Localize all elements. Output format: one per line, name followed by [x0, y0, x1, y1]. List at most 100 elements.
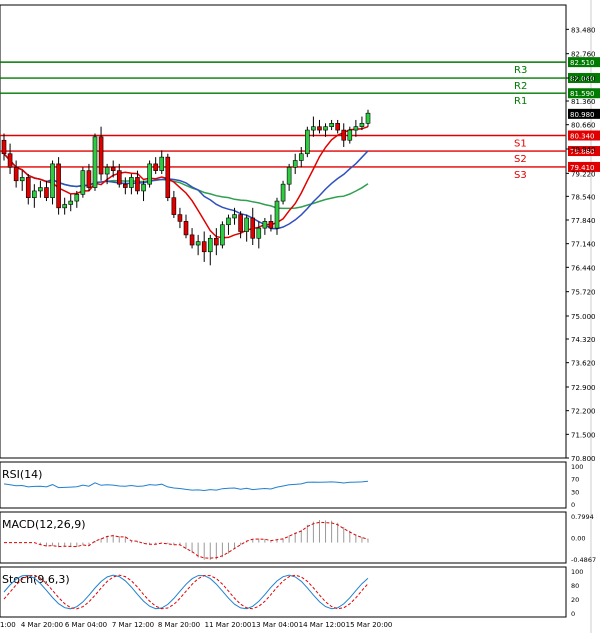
candle-down	[44, 187, 49, 198]
candle-up	[365, 112, 371, 124]
candle-down	[238, 214, 243, 232]
candle-down	[317, 126, 322, 131]
candle-up	[226, 217, 231, 226]
candle-down	[214, 237, 219, 246]
time-tick-label: 7 Mar 12:00	[112, 621, 154, 629]
indicator-tick-label: 20	[571, 596, 579, 604]
candle-down	[153, 163, 158, 171]
candle-up	[195, 241, 201, 246]
time-tick-label: 13 Mar 04:00	[252, 621, 299, 629]
level-name-s3: S3	[514, 170, 527, 181]
price-tick-label: 79.220	[571, 170, 596, 178]
candle-down	[98, 136, 104, 175]
indicator-tick-label: 100	[571, 568, 583, 576]
indicator-tick-label: 0	[571, 610, 575, 618]
candle-up	[353, 126, 359, 131]
candle-up	[80, 170, 86, 195]
candle-up	[68, 200, 74, 205]
price-tick-label: 71.500	[571, 431, 596, 439]
time-tick-label: 11 Mar 20:00	[205, 621, 252, 629]
candle-down	[135, 177, 140, 192]
candle-up	[129, 177, 134, 188]
candle-up	[19, 177, 25, 182]
candle-down	[177, 214, 183, 222]
candle-up	[274, 200, 280, 229]
candle-down	[201, 241, 207, 253]
price-tick-label: 77.140	[571, 241, 596, 249]
candle-down	[183, 221, 189, 236]
indicator-panel-frame	[0, 566, 567, 618]
candle-down	[268, 221, 274, 229]
indicator-panels: RSI(14) 100 70 30 0 MACD(12,26,9) 0.7994 0.00 -0…	[0, 461, 596, 618]
time-tick-label: 15 Mar 20:00	[346, 621, 393, 629]
time-tick-label: 4 Mar 20:00	[21, 621, 63, 629]
candle-up	[232, 214, 237, 219]
price-tick-label: 74.320	[571, 336, 596, 344]
candle-up	[323, 126, 328, 131]
price-tick-label: 78.540	[571, 193, 596, 201]
candle-up	[329, 123, 334, 128]
candle-up	[104, 166, 110, 175]
rsi-line	[3, 480, 369, 492]
price-tick-label: 77.840	[571, 217, 596, 225]
candle-up	[280, 183, 286, 202]
candle-up	[286, 166, 292, 185]
level-name-r1: R1	[514, 96, 527, 107]
candle-up	[141, 183, 146, 192]
indicator-tick-label: 100	[571, 463, 583, 471]
price-tick-label: 83.480	[571, 26, 596, 34]
candle-down	[116, 170, 122, 185]
candle-down	[165, 156, 171, 198]
candle-down	[123, 183, 128, 188]
price-tick-label: 72.900	[571, 384, 596, 392]
time-axis: 1:00 4 Mar 20:00 6 Mar 04:00 7 Mar 12:00 8 M…	[0, 621, 392, 629]
candle-down	[1, 139, 7, 155]
indicator-tick-label: -0.4867	[571, 556, 596, 564]
time-tick-label: 8 Mar 20:00	[158, 621, 200, 629]
time-tick-label: 6 Mar 04:00	[65, 621, 107, 629]
indicator-tick-label: 30	[571, 488, 579, 496]
indicator-name: MACD(12,26,9)	[2, 518, 86, 531]
candle-down	[7, 153, 13, 168]
level-price-label: 82.510	[570, 59, 595, 67]
time-tick-label: 1:00	[0, 621, 16, 629]
price-tick-label: 70.800	[571, 455, 596, 463]
candle-down	[250, 217, 256, 239]
indicator-tick-label: 0	[571, 501, 575, 509]
candle-up	[147, 163, 152, 185]
candle-up	[347, 129, 353, 141]
price-tick-label: 79.940	[571, 146, 596, 154]
time-tick-label: 14 Mar 12:00	[299, 621, 346, 629]
main-panel-frame	[0, 4, 567, 459]
candle-down	[13, 166, 19, 182]
candle-up	[38, 187, 43, 192]
candle-up	[74, 194, 80, 202]
price-tick-label: 81.360	[571, 98, 596, 106]
candle-up	[32, 190, 37, 198]
current-price-label: 80.980	[570, 111, 595, 119]
price-tick-label: 80.660	[571, 122, 596, 130]
candlesticks	[1, 109, 371, 266]
candle-down	[335, 123, 340, 131]
candle-up	[298, 153, 304, 161]
indicator-tick-label: 0.00	[571, 535, 585, 543]
indicator-tick-label: 80	[571, 582, 579, 590]
candle-up	[62, 204, 67, 209]
candle-up	[262, 221, 268, 229]
candle-up	[292, 160, 298, 168]
level-price-label: 80.340	[570, 132, 595, 140]
candle-down	[25, 177, 31, 198]
price-tick-label: 82.040	[571, 75, 596, 83]
indicator-tick-label: 0.7994	[571, 513, 594, 521]
support-resistance-levels: R382.510R282.040R181.590S180.340S279.880…	[0, 57, 600, 181]
candle-down	[189, 234, 195, 246]
candle-up	[220, 224, 225, 246]
price-tick-label: 82.760	[571, 51, 596, 59]
price-tick-label: 76.440	[571, 264, 596, 272]
candle-up	[50, 163, 55, 198]
indicator-name: RSI(14)	[2, 468, 42, 481]
candle-down	[56, 163, 61, 209]
level-name-r2: R2	[514, 81, 527, 92]
candle-down	[341, 129, 347, 141]
candle-up	[311, 126, 316, 131]
